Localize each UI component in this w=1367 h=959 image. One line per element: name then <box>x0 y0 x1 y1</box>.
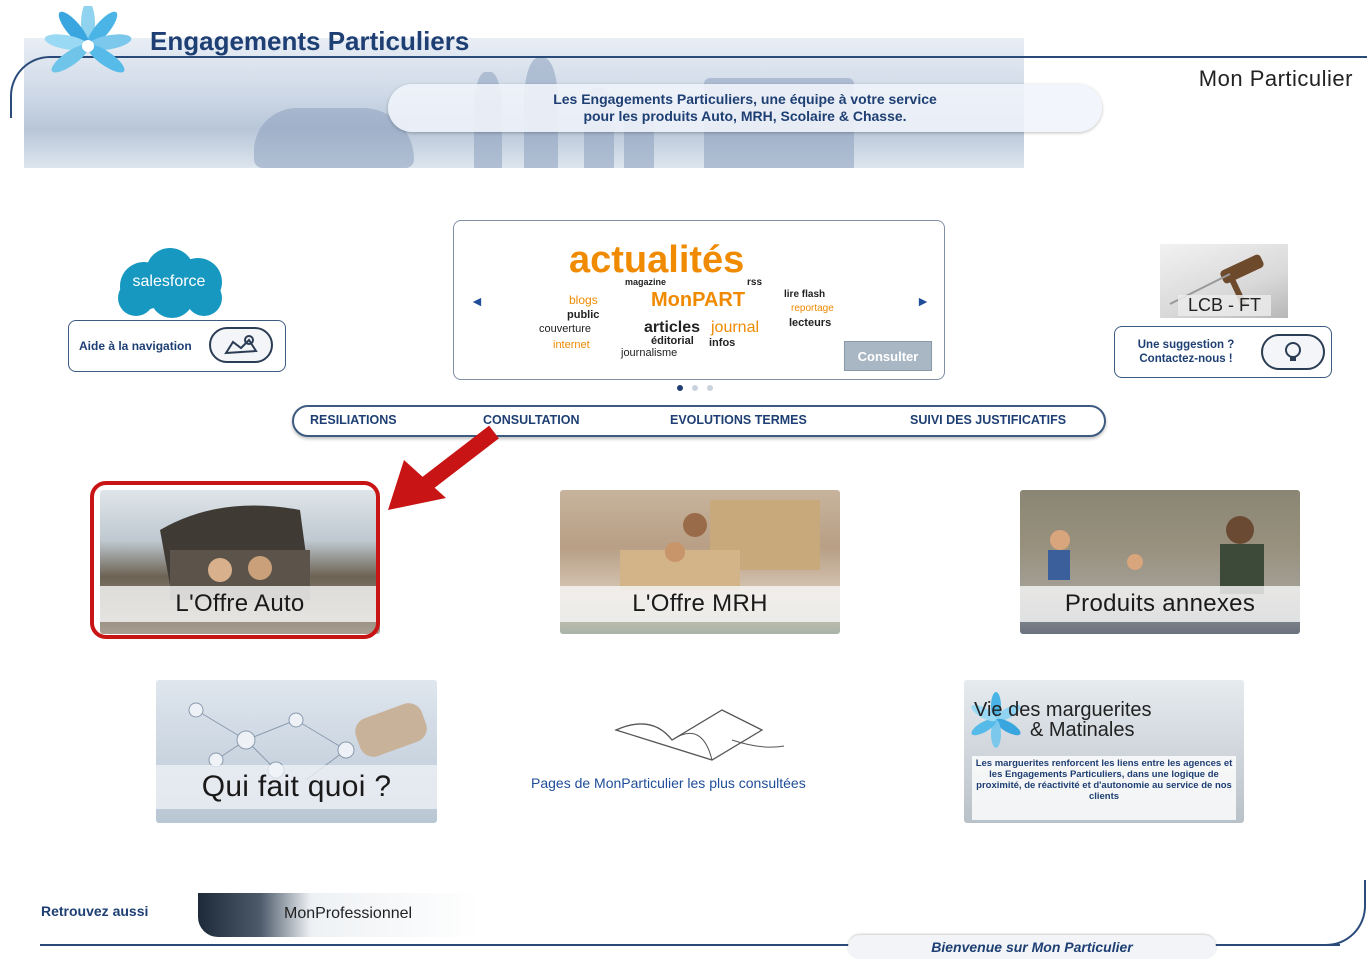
tile-offre-mrh-label: L'Offre MRH <box>560 586 840 622</box>
word-blogs: blogs <box>569 293 598 307</box>
tagline-line-2: pour les produits Auto, MRH, Scolaire & … <box>583 108 907 124</box>
vie-marguerites-description: Les marguerites renforcent les liens ent… <box>972 756 1236 820</box>
tile-produits-annexes-label: Produits annexes <box>1020 586 1300 622</box>
salesforce-logo-icon[interactable]: salesforce <box>108 246 230 320</box>
navigation-help-label: Aide à la navigation <box>79 339 192 353</box>
tile-vie-marguerites[interactable]: Vie des marguerites & Matinales Les marg… <box>964 680 1244 823</box>
carousel-pagination <box>677 385 713 391</box>
book-sketch-icon <box>614 709 785 761</box>
tile-qui-fait-quoi-label: Qui fait quoi ? <box>156 765 437 809</box>
red-annotation-arrow-icon <box>388 425 499 510</box>
suggestion-contact-button[interactable]: Une suggestion ? Contactez-nous ! <box>1114 326 1332 378</box>
tile-produits-annexes[interactable]: Produits annexes <box>1020 490 1300 634</box>
vie-title-line-2: & Matinales <box>1030 719 1135 741</box>
salesforce-label: salesforce <box>133 273 206 290</box>
suggestion-line-2: Contactez-nous ! <box>1139 353 1233 365</box>
carousel-prev-arrow-icon[interactable]: ◄ <box>470 293 484 309</box>
most-viewed-pages-link[interactable]: Pages de MonParticulier les plus consult… <box>531 775 806 791</box>
carousel-dot-1[interactable] <box>677 385 683 391</box>
welcome-banner: Bienvenue sur Mon Particulier <box>848 935 1216 959</box>
word-reportage: reportage <box>791 303 834 314</box>
carousel-dot-3[interactable] <box>707 385 713 391</box>
lightbulb-icon <box>1261 334 1325 370</box>
word-editorial: éditorial <box>651 335 694 347</box>
tagline-line-1: Les Engagements Particuliers, une équipe… <box>553 91 937 107</box>
brand-name: Mon Particulier <box>1198 66 1353 91</box>
word-infos: infos <box>709 337 736 349</box>
news-carousel: ◄ ► actualités MonPART articles journal … <box>453 220 945 380</box>
tab-evolutions-termes[interactable]: EVOLUTIONS TERMES <box>670 413 807 427</box>
word-lecteurs: lecteurs <box>789 317 832 329</box>
word-internet: internet <box>553 339 590 351</box>
red-annotation-highlight <box>90 481 380 639</box>
map-pin-icon <box>209 327 273 363</box>
word-rss: rss <box>747 277 763 288</box>
monprofessionnel-label: MonProfessionnel <box>284 905 413 922</box>
monprofessionnel-link[interactable]: MonProfessionnel <box>198 893 480 937</box>
vie-title-line-1: Vie des marguerites <box>974 699 1152 721</box>
word-journalisme: journalisme <box>621 347 678 359</box>
vie-marguerites-title: Vie des marguerites & Matinales <box>970 700 1230 740</box>
footer-curve <box>1320 880 1366 946</box>
navigation-help-button[interactable]: Aide à la navigation <box>68 320 286 372</box>
carousel-dot-2[interactable] <box>692 385 698 391</box>
lcb-ft-image[interactable]: LCB - FT <box>1160 244 1288 318</box>
lcb-ft-label: LCB - FT <box>1178 295 1272 316</box>
consult-button[interactable]: Consulter <box>844 341 932 371</box>
tab-suivi-justificatifs[interactable]: SUIVI DES JUSTIFICATIFS <box>910 413 1066 427</box>
site-title: Engagements Particuliers <box>150 26 470 56</box>
carousel-next-arrow-icon[interactable]: ► <box>916 293 930 309</box>
word-couverture: couverture <box>539 323 591 335</box>
retrouvez-aussi-label: Retrouvez aussi <box>41 903 149 919</box>
tab-resiliations[interactable]: RESILIATIONS <box>310 413 397 427</box>
word-journal: journal <box>711 319 760 336</box>
word-actualites: actualités <box>569 239 745 281</box>
word-cloud: actualités MonPART articles journal jour… <box>539 227 839 373</box>
word-flash: lire flash <box>784 289 826 300</box>
tile-qui-fait-quoi[interactable]: Qui fait quoi ? <box>156 680 437 823</box>
header-tagline: Les Engagements Particuliers, une équipe… <box>388 84 1102 132</box>
suggestion-line-1: Une suggestion ? <box>1137 339 1235 351</box>
word-public: public <box>567 309 600 321</box>
word-monpart: MonPART <box>651 289 746 311</box>
word-magazine: magazine <box>625 277 667 287</box>
tile-offre-mrh[interactable]: L'Offre MRH <box>560 490 840 634</box>
flower-logo-icon <box>44 6 132 73</box>
